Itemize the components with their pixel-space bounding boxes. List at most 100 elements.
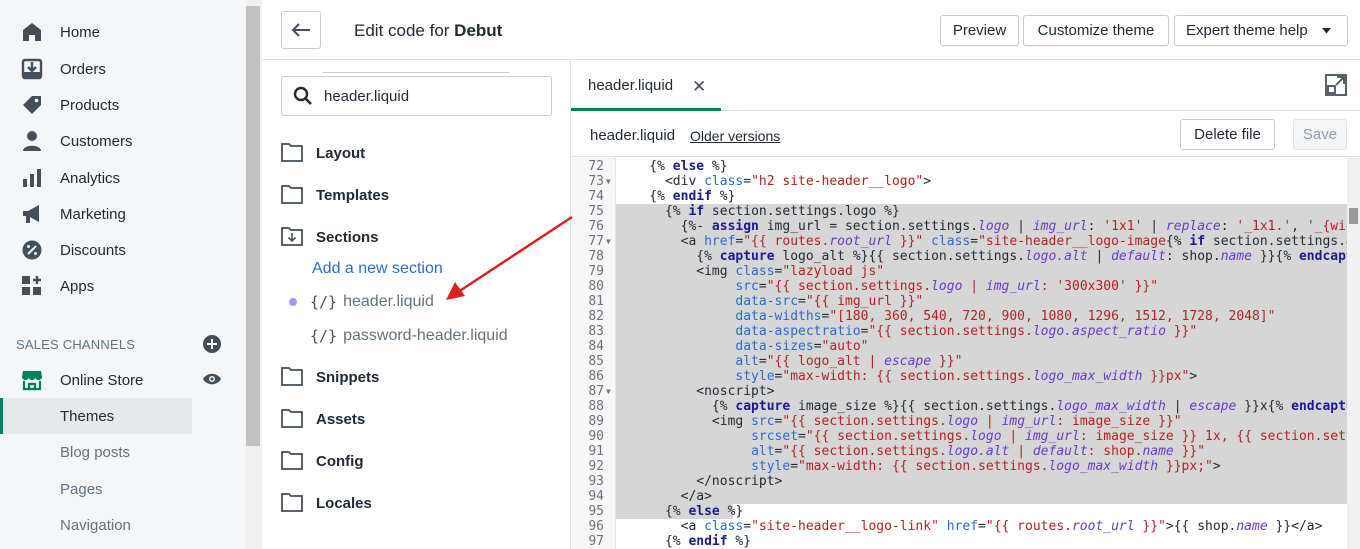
nav-sub-label: Themes	[60, 407, 115, 425]
nav-item-label: Marketing	[60, 205, 126, 223]
file-name: header.liquid	[590, 127, 676, 144]
tab-header-liquid[interactable]: header.liquid ✕	[571, 60, 721, 111]
app: Home Orders Products Customers Analytics…	[0, 0, 1360, 549]
line-number: 76	[588, 219, 604, 234]
expert-help-label: Expert theme help	[1186, 22, 1308, 39]
save-button[interactable]: Save	[1293, 119, 1347, 150]
nav-sub-themes[interactable]: Themes	[0, 398, 192, 434]
editor-scrollbar-thumb[interactable]	[1349, 208, 1358, 224]
folder-snippets[interactable]: Snippets	[281, 364, 541, 390]
close-icon[interactable]: ✕	[692, 77, 706, 97]
line-number: 90	[588, 429, 604, 444]
nav-item-orders[interactable]: Orders	[0, 51, 246, 87]
file-bar: header.liquid Older versions Delete file…	[571, 111, 1360, 157]
eye-icon[interactable]	[202, 372, 222, 386]
folder-locales[interactable]: Locales	[281, 490, 541, 516]
fold-arrow-icon[interactable]: ▼	[606, 174, 611, 189]
nav-item-products[interactable]: Products	[0, 87, 246, 123]
line-number: 74	[588, 189, 604, 204]
nav-sub-label: Navigation	[60, 516, 131, 534]
nav-item-apps[interactable]: Apps	[0, 268, 246, 304]
code-area[interactable]: 72 {% else %} 73 ▼ <div class="h2 site-he…	[571, 158, 1360, 549]
code-line: data-src="{{ img_url }}"	[735, 294, 924, 309]
line-number: 92	[588, 459, 604, 474]
line-number: 82	[588, 309, 604, 324]
code-line: <noscript>	[618, 384, 775, 399]
folder-assets[interactable]: Assets	[281, 406, 541, 432]
add-new-section-link[interactable]: Add a new section	[312, 260, 443, 278]
nav-item-discounts[interactable]: Discounts	[0, 232, 246, 268]
expand-icon[interactable]	[1324, 73, 1348, 97]
code-line: <img class="lazyload js"	[618, 264, 885, 279]
store-icon	[22, 371, 42, 391]
nav-sub-blog-posts[interactable]: Blog posts	[0, 434, 246, 470]
folder-icon	[281, 451, 303, 470]
expert-help-button[interactable]: Expert theme help	[1174, 15, 1348, 46]
search-divider	[323, 72, 509, 73]
line-number: 80	[588, 279, 604, 294]
line-number: 91	[588, 444, 604, 459]
code-line: {% else %}	[618, 159, 728, 174]
fold-arrow-icon[interactable]: ▼	[606, 234, 611, 249]
code-line: <div class="h2 site-header__logo">	[618, 174, 932, 189]
megaphone-icon	[23, 205, 39, 223]
folder-templates[interactable]: Templates	[281, 182, 541, 208]
customize-theme-button[interactable]: Customize theme	[1023, 15, 1169, 46]
code-line: {% capture image_size %}{{ section.setti…	[618, 399, 1360, 414]
code-line: <img src="{{ section.settings.logo | img…	[618, 414, 1182, 429]
code-line: {% endif %}	[618, 534, 752, 549]
nav-item-label: Analytics	[60, 169, 121, 187]
fold-arrow-icon[interactable]: ▼	[606, 384, 611, 399]
folder-open-icon	[281, 227, 303, 246]
code-editor-panel: header.liquid ✕ header.liquid Older vers…	[571, 60, 1360, 549]
file-tree-panel: header.liquid Layout Templates Sections …	[262, 60, 571, 549]
nav-item-label: Home	[60, 23, 101, 41]
orders-icon	[21, 58, 43, 80]
code-line: {% endif %}	[618, 189, 736, 204]
line-number: 88	[588, 399, 604, 414]
code-line: <a href="{{ routes.root_url }}" class="s…	[618, 234, 1360, 249]
code-line: {%- assign img_url = section.settings.lo…	[618, 219, 1360, 234]
file-password-header-liquid[interactable]: {/} password-header.liquid	[310, 323, 508, 349]
nav-item-customers[interactable]: Customers	[0, 123, 246, 159]
delete-file-button[interactable]: Delete file	[1180, 119, 1275, 150]
nav-item-marketing[interactable]: Marketing	[0, 196, 246, 232]
folder-label: Sections	[316, 228, 379, 246]
code-line: {% if section.settings.logo %}	[618, 204, 900, 219]
nav-item-label: Online Store	[60, 371, 144, 389]
nav-sub-pages[interactable]: Pages	[0, 471, 246, 507]
file-header-liquid[interactable]: {/} header.liquid	[310, 289, 434, 315]
nav-item-home[interactable]: Home	[0, 14, 246, 50]
code-line: <a class="site-header__logo-link" href="…	[618, 519, 1323, 534]
apps-icon	[22, 276, 41, 295]
code-line: alt="{{ logo_alt | escape }}"	[735, 354, 963, 369]
folder-layout[interactable]: Layout	[281, 140, 541, 166]
back-button[interactable]	[281, 11, 321, 49]
older-versions-link[interactable]: Older versions	[690, 128, 780, 144]
file-label: password-header.liquid	[343, 327, 508, 344]
folder-icon	[281, 185, 303, 204]
code-line: {% else %}	[618, 504, 744, 519]
nav-item-analytics[interactable]: Analytics	[0, 160, 246, 196]
nav-sub-navigation[interactable]: Navigation	[0, 507, 246, 543]
folder-sections[interactable]: Sections	[281, 224, 541, 250]
sales-channels-header: SALES CHANNELS	[16, 337, 136, 352]
folder-config[interactable]: Config	[281, 448, 541, 474]
preview-button[interactable]: Preview	[940, 15, 1019, 46]
sidebar-scrollbar[interactable]	[246, 6, 260, 446]
code-line: style="max-width: {{ section.settings.lo…	[735, 369, 1198, 384]
nav-item-label: Customers	[60, 132, 133, 150]
search-input[interactable]: header.liquid	[281, 76, 552, 116]
code-line: alt="{{ section.settings.logo.alt | defa…	[751, 444, 1206, 459]
line-number: 73	[588, 174, 604, 189]
code-line: </a>	[618, 489, 712, 504]
line-number: 93	[588, 474, 604, 489]
search-icon	[293, 86, 312, 105]
folder-icon	[281, 409, 303, 428]
code-line: srcset="{{ section.settings.logo | img_u…	[751, 429, 1360, 444]
add-channel-icon[interactable]	[203, 335, 221, 353]
folder-label: Locales	[316, 494, 372, 512]
code-line: data-aspectratio="{{ section.settings.lo…	[735, 324, 1198, 339]
line-number: 86	[588, 369, 604, 384]
person-icon	[23, 131, 41, 151]
